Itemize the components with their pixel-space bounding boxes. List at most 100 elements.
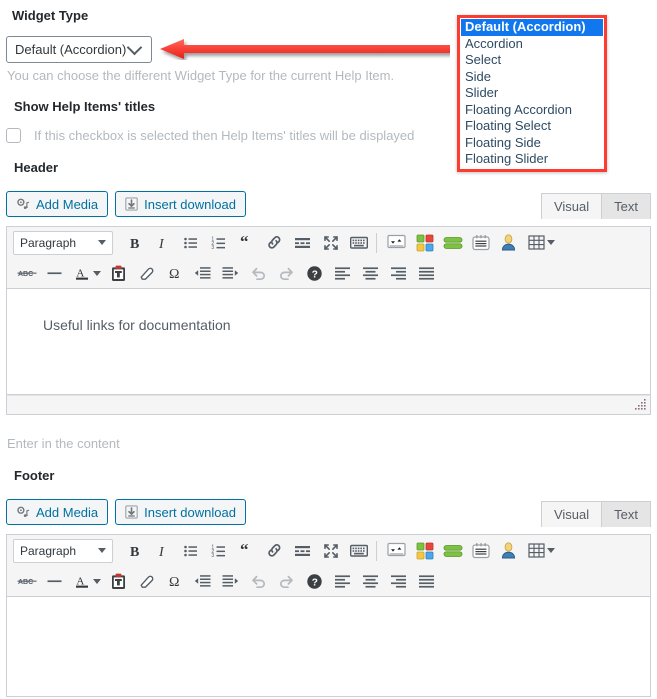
strikethrough-icon[interactable]: ABC bbox=[13, 568, 40, 594]
header-format-select[interactable]: Paragraph bbox=[13, 230, 113, 255]
increase-indent-icon[interactable] bbox=[217, 568, 244, 594]
green-bar-icon[interactable] bbox=[439, 230, 466, 256]
redo-icon[interactable] bbox=[273, 260, 300, 286]
footer-tab-visual[interactable]: Visual bbox=[540, 501, 603, 527]
dropdown-option-4[interactable]: Slider bbox=[461, 85, 603, 102]
bold-icon[interactable]: B bbox=[121, 230, 148, 256]
horizontal-rule-icon[interactable] bbox=[41, 568, 68, 594]
text-color-caret-icon[interactable] bbox=[93, 270, 101, 276]
sort-icon[interactable] bbox=[383, 230, 410, 256]
numbered-list-icon[interactable]: 123 bbox=[205, 230, 232, 256]
redo-icon[interactable] bbox=[273, 568, 300, 594]
text-color-caret-icon[interactable] bbox=[93, 578, 101, 584]
header-tab-visual[interactable]: Visual bbox=[540, 193, 603, 219]
decrease-indent-icon[interactable] bbox=[189, 260, 216, 286]
color-blocks-icon[interactable] bbox=[411, 538, 438, 564]
italic-icon[interactable]: I bbox=[149, 538, 176, 564]
help-icon[interactable]: ? bbox=[301, 260, 328, 286]
dropdown-option-8[interactable]: Floating Slider bbox=[461, 151, 603, 168]
align-justify-icon[interactable] bbox=[413, 568, 440, 594]
undo-icon[interactable] bbox=[245, 260, 272, 286]
resize-handle-icon[interactable] bbox=[633, 399, 647, 412]
user-avatar-icon[interactable] bbox=[495, 538, 522, 564]
fullscreen-icon[interactable] bbox=[317, 538, 344, 564]
undo-icon[interactable] bbox=[245, 568, 272, 594]
header-label: Header bbox=[14, 160, 59, 175]
svg-text:“: “ bbox=[240, 543, 249, 559]
green-bar-icon[interactable] bbox=[439, 538, 466, 564]
table-icon[interactable] bbox=[523, 230, 550, 256]
italic-icon[interactable]: I bbox=[149, 230, 176, 256]
header-tab-text[interactable]: Text bbox=[601, 193, 651, 219]
footer-add-media-button[interactable]: Add Media bbox=[6, 499, 109, 525]
dropdown-option-3[interactable]: Side bbox=[461, 69, 603, 86]
align-left-icon[interactable] bbox=[329, 568, 356, 594]
text-color-icon[interactable]: A bbox=[69, 568, 96, 594]
decrease-indent-icon[interactable] bbox=[189, 568, 216, 594]
align-left-icon[interactable] bbox=[329, 260, 356, 286]
footer-format-select[interactable]: Paragraph bbox=[13, 538, 113, 563]
svg-text:I: I bbox=[158, 545, 165, 559]
dropdown-option-2[interactable]: Select bbox=[461, 52, 603, 69]
clear-formatting-icon[interactable] bbox=[133, 260, 160, 286]
link-icon[interactable] bbox=[261, 230, 288, 256]
align-right-icon[interactable] bbox=[385, 260, 412, 286]
align-center-icon[interactable] bbox=[357, 568, 384, 594]
toolbar-separator bbox=[376, 540, 377, 561]
color-blocks-icon[interactable] bbox=[411, 230, 438, 256]
footer-insert-download-button[interactable]: Insert download bbox=[115, 499, 246, 525]
strikethrough-icon[interactable]: ABC bbox=[13, 260, 40, 286]
align-right-icon[interactable] bbox=[385, 568, 412, 594]
header-add-media-button[interactable]: Add Media bbox=[6, 191, 109, 217]
show-titles-checkbox[interactable] bbox=[6, 128, 21, 143]
footer-insert-download-label: Insert download bbox=[144, 504, 236, 520]
user-avatar-icon[interactable] bbox=[495, 230, 522, 256]
help-icon[interactable]: ? bbox=[301, 568, 328, 594]
align-justify-icon[interactable] bbox=[413, 260, 440, 286]
bold-icon[interactable]: B bbox=[121, 538, 148, 564]
dropdown-option-1[interactable]: Accordion bbox=[461, 36, 603, 53]
bulleted-list-icon[interactable] bbox=[177, 230, 204, 256]
horizontal-line-icon[interactable] bbox=[289, 230, 316, 256]
horizontal-rule-icon[interactable] bbox=[41, 260, 68, 286]
special-character-icon[interactable]: Ω bbox=[161, 568, 188, 594]
widget-type-label: Widget Type bbox=[12, 8, 89, 23]
blockquote-icon[interactable]: “ bbox=[233, 538, 260, 564]
footer-content-area[interactable] bbox=[6, 597, 651, 697]
table-caret-icon[interactable] bbox=[547, 548, 555, 553]
link-icon[interactable] bbox=[261, 538, 288, 564]
keyboard-icon[interactable] bbox=[345, 230, 372, 256]
lines-card-icon[interactable] bbox=[467, 538, 494, 564]
dropdown-option-0[interactable]: Default (Accordion) bbox=[461, 19, 603, 36]
clear-formatting-icon[interactable] bbox=[133, 568, 160, 594]
dropdown-option-7[interactable]: Floating Side bbox=[461, 135, 603, 152]
fullscreen-icon[interactable] bbox=[317, 230, 344, 256]
insert-download-icon bbox=[125, 505, 138, 519]
sort-icon[interactable] bbox=[383, 538, 410, 564]
svg-text:?: ? bbox=[312, 577, 318, 588]
horizontal-line-icon[interactable] bbox=[289, 538, 316, 564]
widget-type-dropdown-list[interactable]: Default (Accordion) Accordion Select Sid… bbox=[457, 15, 607, 172]
footer-tab-text[interactable]: Text bbox=[601, 501, 651, 527]
special-character-icon[interactable]: Ω bbox=[161, 260, 188, 286]
paste-clipboard-icon[interactable] bbox=[105, 568, 132, 594]
table-caret-icon[interactable] bbox=[547, 240, 555, 245]
paste-clipboard-icon[interactable] bbox=[105, 260, 132, 286]
header-content-area[interactable]: Useful links for documentation bbox=[6, 289, 651, 395]
annotation-arrow-icon bbox=[160, 39, 450, 59]
align-center-icon[interactable] bbox=[357, 260, 384, 286]
lines-card-icon[interactable] bbox=[467, 230, 494, 256]
header-insert-download-button[interactable]: Insert download bbox=[115, 191, 246, 217]
dropdown-option-6[interactable]: Floating Select bbox=[461, 118, 603, 135]
text-color-icon[interactable]: A bbox=[69, 260, 96, 286]
blockquote-icon[interactable]: “ bbox=[233, 230, 260, 256]
header-toolbar-row-1: Paragraph B I 123 “ bbox=[7, 227, 650, 258]
bulleted-list-icon[interactable] bbox=[177, 538, 204, 564]
keyboard-icon[interactable] bbox=[345, 538, 372, 564]
table-icon[interactable] bbox=[523, 538, 550, 564]
dropdown-option-5[interactable]: Floating Accordion bbox=[461, 102, 603, 119]
numbered-list-icon[interactable]: 123 bbox=[205, 538, 232, 564]
increase-indent-icon[interactable] bbox=[217, 260, 244, 286]
show-titles-checkbox-row[interactable]: If this checkbox is selected then Help I… bbox=[6, 128, 414, 143]
widget-type-select[interactable]: Default (Accordion) bbox=[6, 36, 152, 63]
